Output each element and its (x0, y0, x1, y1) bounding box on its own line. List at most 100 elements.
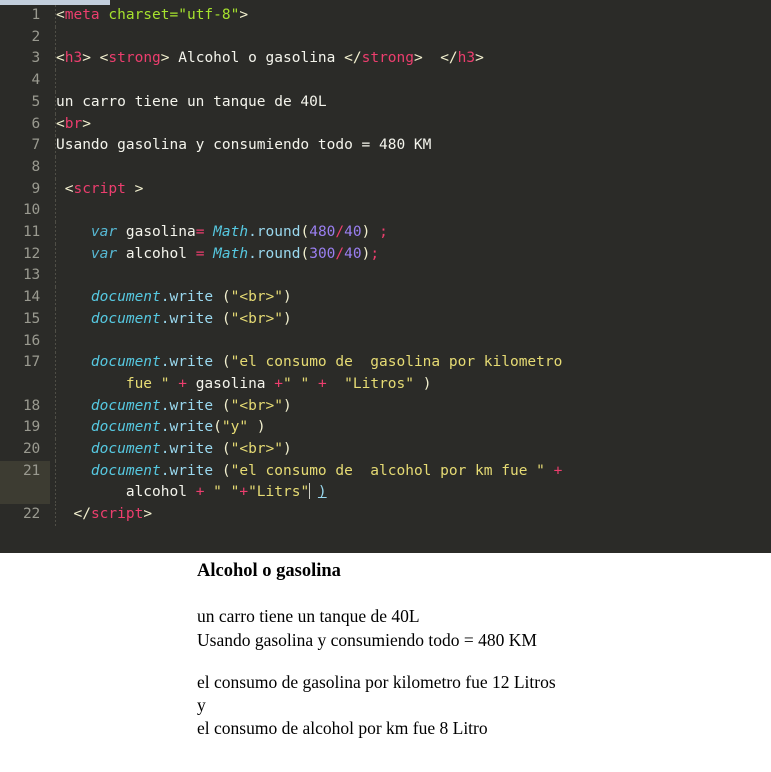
code-text[interactable]: document.write("y" ) (56, 417, 771, 439)
code-line[interactable]: 18 document.write ("<br>") (0, 395, 771, 418)
code-line[interactable]: 12 var alcohol = Math.round(300/40); (0, 243, 771, 266)
token-str: "<br>" (230, 397, 284, 414)
code-text[interactable]: <meta charset="utf-8"> (56, 5, 771, 27)
line-number: 14 (22, 289, 40, 306)
line-number-gutter[interactable]: 7 (0, 135, 50, 157)
token-punct: ) (283, 310, 292, 327)
token-str: "Litros" (326, 375, 414, 392)
code-text[interactable]: document.write ("<br>") (56, 396, 771, 418)
line-number-gutter[interactable]: 11 (0, 222, 50, 244)
token-punct: ( (300, 224, 310, 241)
token-str: " " (283, 375, 310, 392)
token-tagpunc: > (82, 50, 91, 67)
code-text[interactable]: document.write ("<br>") (56, 287, 771, 309)
code-text[interactable]: <br> (56, 114, 771, 136)
token-prop: .write (160, 310, 214, 327)
code-line[interactable]: 11 var gasolina= Math.round(480/40) ; (0, 222, 771, 244)
line-number-gutter[interactable]: 1 (0, 5, 50, 27)
line-number-gutter[interactable]: 5 (0, 92, 50, 114)
code-line[interactable]: 9 <script > (0, 178, 771, 201)
code-text[interactable]: document.write ("el consumo de gasolina … (56, 352, 771, 395)
token-op: + (178, 375, 187, 392)
code-line[interactable]: 1 <meta charset="utf-8"> (0, 5, 771, 27)
token-tagpunc: < (56, 115, 65, 132)
code-text[interactable]: var alcohol = Math.round(300/40); (56, 244, 771, 266)
line-number-gutter[interactable]: 2 (0, 27, 50, 49)
code-line[interactable]: 22 </script> (0, 504, 771, 526)
line-number-gutter[interactable]: 22 (0, 504, 50, 526)
code-line[interactable]: 20 document.write ("<br>") (0, 439, 771, 461)
code-text[interactable]: <h3> <strong> Alcohol o gasolina </stron… (56, 48, 771, 70)
code-line[interactable]: 7 Usando gasolina y consumiendo todo = 48… (0, 135, 771, 157)
code-text[interactable] (56, 27, 771, 49)
code-text[interactable]: document.write ("<br>") (56, 309, 771, 331)
line-number-gutter[interactable]: 15 (0, 309, 50, 331)
code-line[interactable]: 19 document.write("y" ) (0, 417, 771, 440)
output-text-lines: un carro tiene un tanque de 40L Usando ga… (197, 605, 771, 739)
code-line[interactable]: 5 un carro tiene un tanque de 40L (0, 91, 771, 114)
code-text[interactable] (56, 157, 771, 179)
token-str: "<br>" (230, 310, 284, 327)
line-number-gutter[interactable]: 13 (0, 265, 50, 287)
code-text[interactable]: var gasolina= Math.round(480/40) ; (56, 222, 771, 244)
token-punct: ( (221, 397, 231, 414)
line-number-gutter[interactable]: 3 (0, 48, 50, 70)
line-number-gutter[interactable]: 6 (0, 114, 50, 136)
line-number-gutter[interactable]: 9 (0, 179, 50, 201)
token-plain: Alcohol o gasolina (169, 50, 345, 67)
token-tagpunc: > (82, 115, 91, 132)
line-number-gutter[interactable]: 12 (0, 244, 50, 266)
code-lines-container[interactable]: 1 <meta charset="utf-8"> 2 3 <h3> <strong> … (0, 5, 771, 526)
line-number-gutter[interactable]: 4 (0, 70, 50, 92)
code-line[interactable]: 6 <br> (0, 113, 771, 136)
token-var: alcohol (117, 245, 196, 262)
line-number-gutter[interactable]: 16 (0, 331, 50, 353)
code-text[interactable] (56, 70, 771, 92)
code-line[interactable]: 4 (0, 70, 771, 92)
code-line[interactable]: 3 <h3> <strong> Alcohol o gasolina </stro… (0, 48, 771, 71)
code-text[interactable]: document.write ("<br>") (56, 439, 771, 461)
code-line[interactable]: 16 (0, 330, 771, 353)
line-number: 13 (22, 267, 40, 284)
token-punct: ( (221, 354, 231, 371)
code-text[interactable]: Usando gasolina y consumiendo todo = 480… (56, 135, 771, 157)
code-line[interactable]: 10 (0, 200, 771, 223)
code-line[interactable]: 14 document.write ("<br>") (0, 287, 771, 309)
code-text[interactable] (56, 265, 771, 287)
code-text[interactable]: </script> (56, 504, 771, 526)
token-punct: ( (221, 441, 231, 458)
line-number-gutter[interactable]: 10 (0, 200, 50, 222)
line-number-gutter[interactable]: 17 (0, 352, 50, 395)
token-op: ; (370, 245, 380, 262)
code-text[interactable]: <script > (56, 179, 771, 201)
code-text[interactable] (56, 200, 771, 222)
rendered-output-pane: Alcohol o gasolina un carro tiene un tan… (0, 553, 771, 772)
line-number-gutter[interactable]: 8 (0, 157, 50, 179)
line-number-gutter[interactable]: 14 (0, 287, 50, 309)
code-text[interactable]: document.write ("el consumo de alcohol p… (56, 461, 771, 504)
scrollbar-thumb[interactable] (0, 0, 110, 5)
token-tagname: meta (64, 7, 100, 23)
line-number-gutter[interactable]: 20 (0, 439, 50, 461)
token-punct: ) (422, 375, 432, 392)
token-str: "Litrs" (248, 484, 310, 501)
code-text[interactable]: un carro tiene un tanque de 40L (56, 92, 771, 114)
code-line[interactable]: 13 (0, 265, 771, 288)
line-number-gutter[interactable]: 21 (0, 460, 50, 505)
token-num: 40 (344, 224, 362, 241)
line-number-gutter[interactable]: 19 (0, 417, 50, 439)
code-editor-pane[interactable]: 1 <meta charset="utf-8"> 2 3 <h3> <strong> … (0, 0, 771, 553)
horizontal-scrollbar[interactable] (0, 0, 771, 5)
code-line[interactable]: 8 (0, 156, 771, 179)
code-line[interactable]: 15 document.write ("<br>") (0, 308, 771, 331)
code-text[interactable] (56, 331, 771, 353)
line-number-gutter[interactable]: 18 (0, 396, 50, 418)
code-line[interactable]: 21 document.write ("el consumo de alcoho… (0, 460, 771, 505)
token-punct: ( (221, 462, 231, 479)
code-line[interactable]: 17 document.write ("el consumo de gasoli… (0, 352, 771, 396)
token-num: 300 (309, 245, 336, 262)
code-line[interactable]: 2 (0, 26, 771, 49)
